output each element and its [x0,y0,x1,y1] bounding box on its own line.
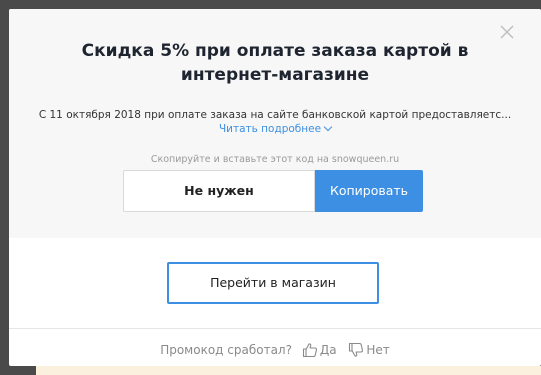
promo-title: Скидка 5% при оплате заказа картой в инт… [49,39,501,87]
vote-no-label: Нет [366,343,390,357]
go-to-shop-button[interactable]: Перейти в магазин [167,262,379,304]
divider [9,328,541,329]
vote-no-button[interactable]: Нет [348,339,390,361]
read-more-label: Читать подробнее [218,123,322,135]
promo-description: С 11 октября 2018 при оплате заказа на с… [38,109,512,121]
vote-yes-button[interactable]: Да [302,339,337,361]
vote-yes-label: Да [319,343,337,357]
promo-title-line1: Скидка 5% при оплате заказа картой в [81,41,469,61]
copy-button[interactable]: Копировать [315,170,423,212]
copy-hint: Скопируйте и вставьте этот код на snowqu… [150,154,400,165]
promo-code-field[interactable]: Не нужен [123,170,315,212]
feedback-question: Промокод сработал? [160,343,292,357]
thumbs-down-icon [349,342,364,357]
page-background-strip [36,366,541,375]
feedback-bar: Промокод сработал? Да Нет [9,339,541,361]
promo-modal: Скидка 5% при оплате заказа картой в инт… [9,9,541,366]
read-more-link[interactable]: Читать подробнее [9,122,541,136]
promo-title-line2: интернет-магазине [180,65,370,85]
chevron-down-icon [323,122,333,132]
thumbs-up-icon [302,342,317,357]
